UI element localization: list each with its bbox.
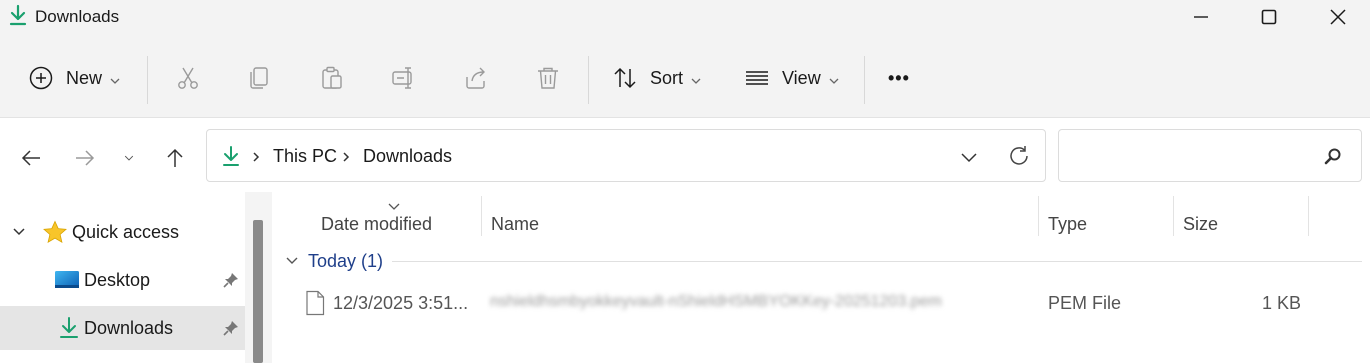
breadcrumb-this-pc[interactable]: This PC [273,146,337,167]
file-type: PEM File [1048,293,1122,313]
chevron-down-icon[interactable] [12,226,26,238]
column-header-label: Date modified [321,213,433,234]
toolbar-separator [864,56,865,104]
column-header-size[interactable]: Size [1183,202,1218,246]
command-bar: New Sort View ••• [0,34,1370,118]
desktop-icon [55,271,79,288]
chevron-down-icon [124,155,134,161]
maximize-icon [1261,9,1277,25]
column-header-label: Size [1183,213,1219,234]
new-button[interactable]: New [28,58,120,98]
copy-button[interactable] [247,58,273,98]
paste-button[interactable] [319,58,345,98]
rename-button[interactable] [391,58,417,98]
view-label: View [782,67,821,88]
cut-button[interactable] [175,58,201,98]
back-button[interactable] [16,143,46,173]
share-icon [466,67,485,89]
arrow-right-icon [76,150,95,166]
scissors-icon [178,67,198,89]
search-icon [1324,148,1341,165]
close-icon [1330,9,1346,25]
sidebar-item-label: Quick access [72,222,180,242]
toolbar-separator [588,56,589,104]
download-icon [9,4,27,26]
address-dropdown-icon[interactable] [959,147,979,167]
download-icon [223,146,239,166]
column-header-label: Type [1048,213,1088,234]
recent-locations-button[interactable] [114,143,144,173]
more-icon: ••• [888,67,910,88]
column-header-type[interactable]: Type [1048,202,1087,246]
window-title: Downloads [35,7,120,26]
pin-icon[interactable] [222,319,240,337]
copy-icon [250,67,268,89]
sort-button[interactable]: Sort [612,58,701,98]
sidebar-item-quick-access[interactable]: Quick access [0,210,245,254]
file-list: Date modified Name Type Size Today (1) 1… [272,192,1370,363]
star-icon [43,220,67,244]
chevron-down-icon [691,73,701,84]
address-bar[interactable]: This PC Downloads [206,129,1046,182]
arrow-left-icon [21,150,40,166]
view-button[interactable]: View [744,58,839,98]
sort-icon [614,67,636,89]
minimize-button[interactable] [1166,0,1236,34]
sidebar-item-downloads[interactable]: Downloads [0,306,245,350]
group-label: Today (1) [308,250,384,271]
chevron-down-icon [829,73,839,84]
new-label: New [66,67,103,88]
column-divider[interactable] [1173,196,1174,236]
group-header-today[interactable]: Today (1) [284,248,383,274]
column-divider[interactable] [481,196,482,236]
sidebar-item-label: Downloads [84,318,174,338]
rename-icon [392,67,412,89]
chevron-right-icon [253,152,260,162]
delete-button[interactable] [535,58,561,98]
pin-icon[interactable] [222,271,240,289]
table-row[interactable]: 12/3/2025 3:51... nshieldhsmbyokkeyvault… [272,280,1370,328]
toolbar-separator [147,56,148,104]
column-header-label: Name [491,213,540,234]
more-options-button[interactable]: ••• [888,58,910,98]
column-divider[interactable] [1038,196,1039,236]
sidebar-item-label: Desktop [84,270,151,290]
column-header-date-modified[interactable]: Date modified [321,202,432,246]
view-lines-icon [746,71,768,85]
trash-icon [538,67,558,89]
chevron-right-icon [343,152,350,162]
refresh-icon[interactable] [1007,144,1031,168]
scrollbar-thumb[interactable] [253,220,263,363]
column-header-name[interactable]: Name [491,202,539,246]
sort-caret-icon [388,203,400,210]
navigation-pane: Quick access Desktop Downloads [0,192,245,363]
share-button[interactable] [463,58,489,98]
file-size: 1 KB [1262,293,1302,313]
column-divider[interactable] [1308,196,1309,236]
plus-circle-icon [29,66,53,90]
chevron-down-icon [110,73,120,84]
sidebar-scrollbar[interactable] [245,192,272,363]
breadcrumb-downloads[interactable]: Downloads [363,146,452,167]
up-button[interactable] [160,143,190,173]
arrow-up-icon [167,148,183,167]
clipboard-icon [322,66,342,89]
download-icon [60,317,78,338]
search-input[interactable] [1058,129,1362,182]
file-date: 12/3/2025 3:51... [333,293,469,313]
group-divider [392,261,1362,262]
minimize-icon [1194,16,1208,18]
sidebar-item-desktop[interactable]: Desktop [0,258,245,302]
maximize-button[interactable] [1234,0,1304,34]
forward-button[interactable] [70,143,100,173]
chevron-down-icon [286,257,298,264]
close-button[interactable] [1303,0,1370,34]
file-icon [306,290,325,316]
title-bar: Downloads [0,0,1370,34]
sort-label: Sort [650,67,684,88]
navigation-bar: This PC Downloads [0,119,1370,191]
file-name: nshieldhsmbyokkeyvault-nShieldHSMBYOKKey… [490,293,942,310]
